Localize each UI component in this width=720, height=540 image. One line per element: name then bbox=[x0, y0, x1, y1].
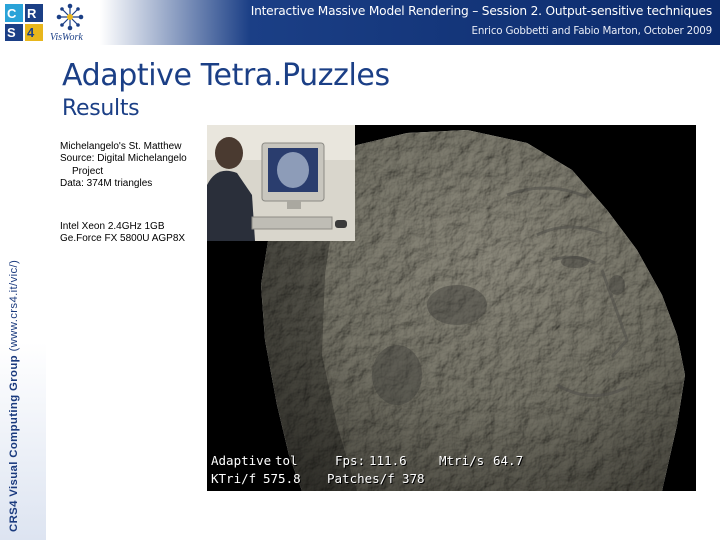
hardware-line: Intel Xeon 2.4GHz 1GB bbox=[60, 221, 165, 232]
description-line: Data: 374M triangles bbox=[60, 178, 153, 190]
hardware-description: Intel Xeon 2.4GHz 1GB Ge.Force FX 5800U … bbox=[60, 221, 185, 246]
viswork-logo: VisWork bbox=[50, 3, 83, 43]
header-banner: C R S 4 VisWork Interactive Massive Mode… bbox=[0, 0, 720, 45]
crs4-logo: C R S 4 bbox=[5, 4, 43, 41]
sidebar-band bbox=[0, 45, 46, 540]
workstation-photo bbox=[207, 125, 355, 241]
description-line: Source: Digital Michelangelo bbox=[60, 153, 187, 165]
mode-label: Adaptive bbox=[211, 453, 272, 468]
description-line: Michelangelo's St. Matthew bbox=[60, 141, 182, 152]
svg-text:S: S bbox=[7, 25, 16, 40]
slide-title: Adaptive Tetra.Puzzles bbox=[62, 58, 390, 93]
header-subtitle: Enrico Gobbetti and Fabio Marton, Octobe… bbox=[471, 25, 713, 37]
fps-value: 111.6 bbox=[369, 453, 407, 468]
sidebar-org-label: CRS4 Visual Computing Group (www.crs4.it… bbox=[8, 260, 20, 532]
stats-overlay: Adaptive tol Fps: 111.6 Mtri/s 64.7 KTri… bbox=[207, 449, 696, 491]
tol-label: tol bbox=[275, 453, 298, 468]
render-screenshot: Adaptive tol Fps: 111.6 Mtri/s 64.7 KTri… bbox=[207, 125, 696, 491]
ktri-label: KTri/f bbox=[211, 471, 257, 486]
mtri-value: 64.7 bbox=[493, 453, 524, 468]
model-description: Michelangelo's St. Matthew Source: Digit… bbox=[60, 141, 210, 191]
sidebar-org-url: (www.crs4.it/vic/) bbox=[8, 259, 20, 356]
patches-value: 378 bbox=[402, 471, 425, 486]
mtri-label: Mtri/s bbox=[439, 453, 485, 468]
fps-label: Fps: bbox=[335, 453, 366, 468]
sidebar-org-name: CRS4 Visual Computing Group bbox=[8, 355, 20, 532]
header-title: Interactive Massive Model Rendering – Se… bbox=[250, 4, 713, 18]
description-line: Project bbox=[72, 165, 104, 177]
slide-subtitle: Results bbox=[62, 96, 140, 121]
svg-text:C: C bbox=[7, 6, 17, 21]
patches-label: Patches/f bbox=[327, 471, 395, 486]
hardware-line: Ge.Force FX 5800U AGP8X bbox=[60, 233, 186, 245]
svg-text:4: 4 bbox=[27, 25, 35, 40]
svg-text:R: R bbox=[27, 6, 37, 21]
ktri-value: 575.8 bbox=[263, 471, 301, 486]
viswork-logo-text: VisWork bbox=[50, 32, 83, 43]
